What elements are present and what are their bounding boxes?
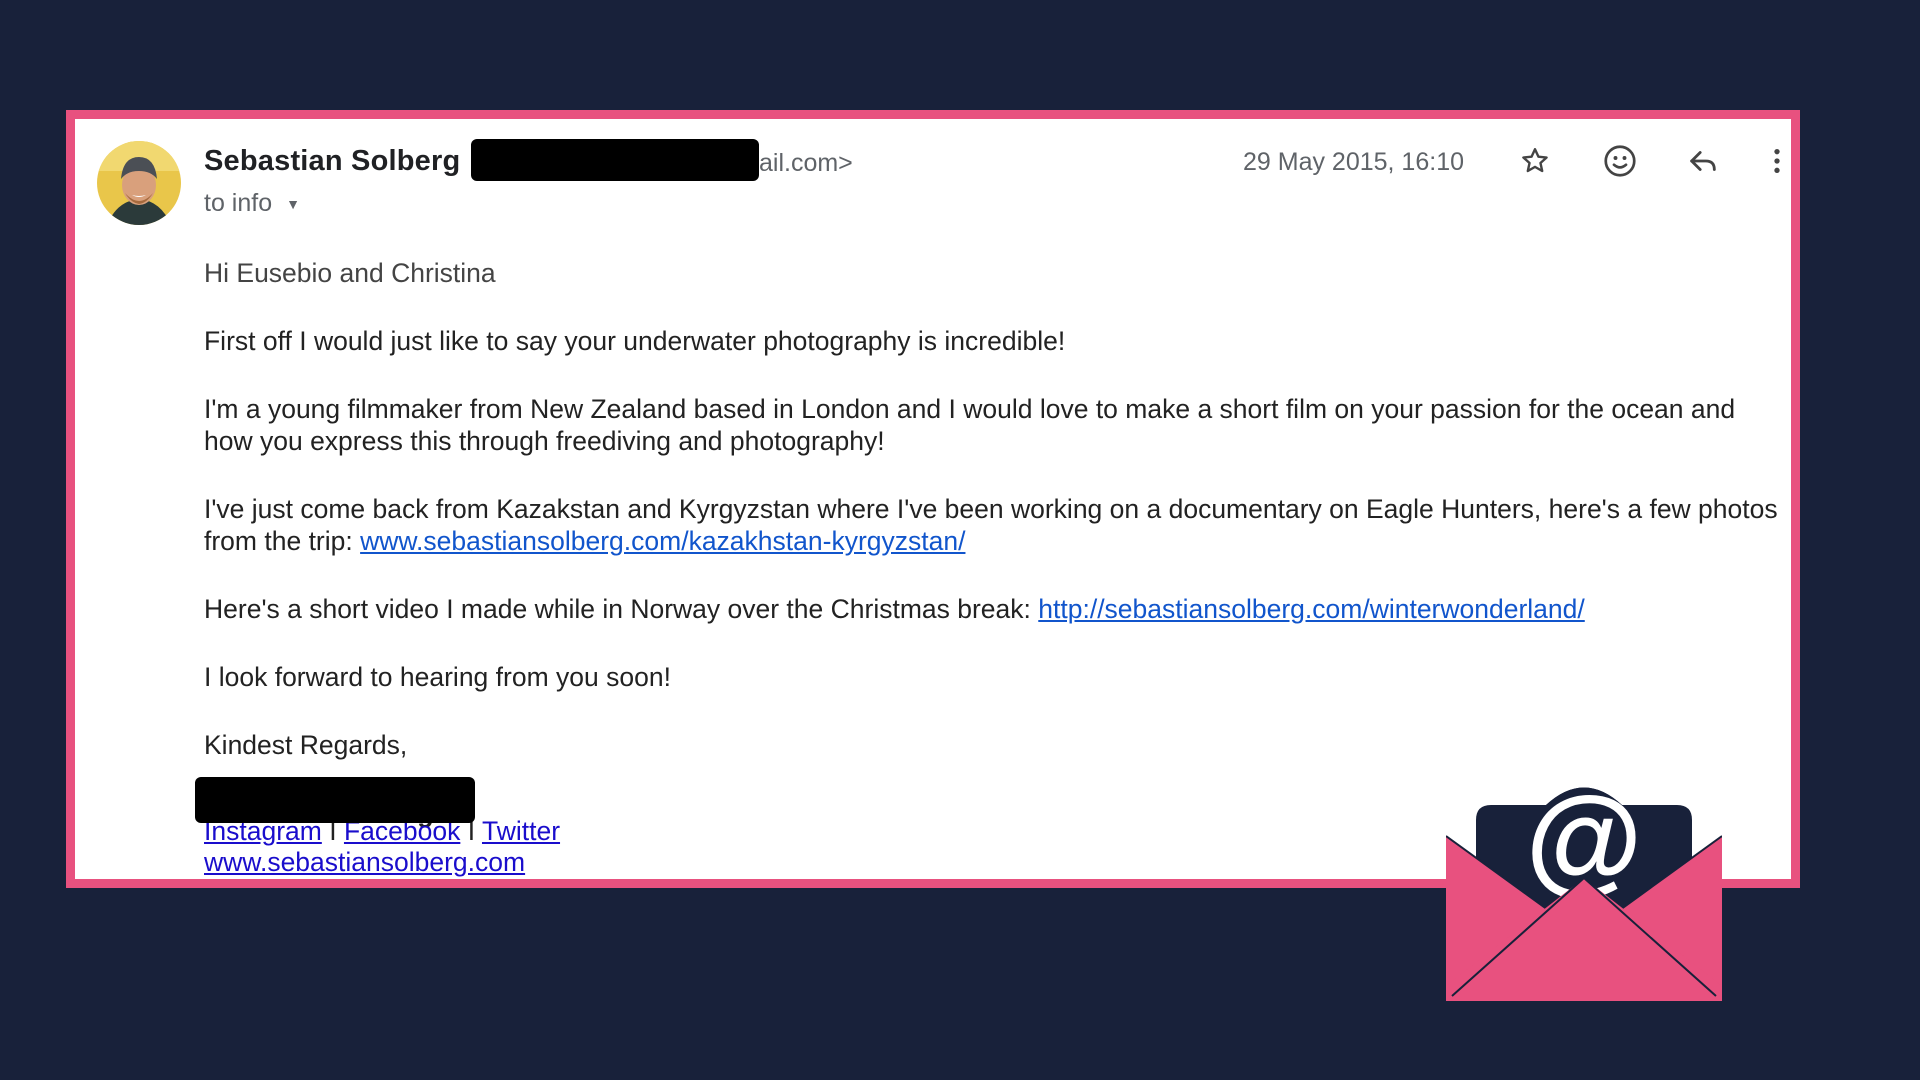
website-link[interactable]: www.sebastiansolberg.com bbox=[204, 847, 525, 878]
paragraph-video-text: Here's a short video I made while in Nor… bbox=[204, 594, 1039, 624]
paragraph-sign-off: I look forward to hearing from you soon! bbox=[204, 662, 671, 692]
more-vert-icon[interactable] bbox=[1755, 139, 1799, 183]
sender-avatar[interactable] bbox=[97, 141, 181, 225]
sender-name: Sebastian Solberg bbox=[204, 145, 461, 177]
winter-video-link[interactable]: http://sebastiansolberg.com/winterwonder… bbox=[1038, 594, 1585, 624]
greeting: Hi Eusebio and Christina bbox=[204, 258, 496, 288]
envelope-at-icon: @ bbox=[1445, 730, 1723, 1006]
recipient-details[interactable]: to info ▼ bbox=[204, 189, 300, 218]
sender-email: ail.com> bbox=[759, 149, 853, 177]
paragraph-recent-work: I've just come back from Kazakstan and K… bbox=[204, 493, 1784, 557]
redaction-bar bbox=[195, 777, 475, 823]
paragraph-video: Here's a short video I made while in Nor… bbox=[204, 593, 1784, 625]
star-icon[interactable] bbox=[1513, 139, 1557, 183]
paragraph-introduction: I'm a young filmmaker from New Zealand b… bbox=[204, 394, 1736, 456]
paragraph-compliment: First off I would just like to say your … bbox=[204, 326, 1066, 356]
emoji-icon[interactable] bbox=[1598, 139, 1642, 183]
chevron-down-icon[interactable]: ▼ bbox=[286, 196, 300, 212]
kazakhstan-gallery-link[interactable]: www.sebastiansolberg.com/kazakhstan-kyrg… bbox=[360, 526, 965, 556]
recipient-label: to info bbox=[204, 189, 273, 217]
twitter-link[interactable]: Twitter bbox=[482, 816, 560, 846]
redaction-bar bbox=[471, 139, 759, 181]
reply-icon[interactable] bbox=[1681, 139, 1725, 183]
message-date: 29 May 2015, 16:10 bbox=[1243, 148, 1464, 176]
